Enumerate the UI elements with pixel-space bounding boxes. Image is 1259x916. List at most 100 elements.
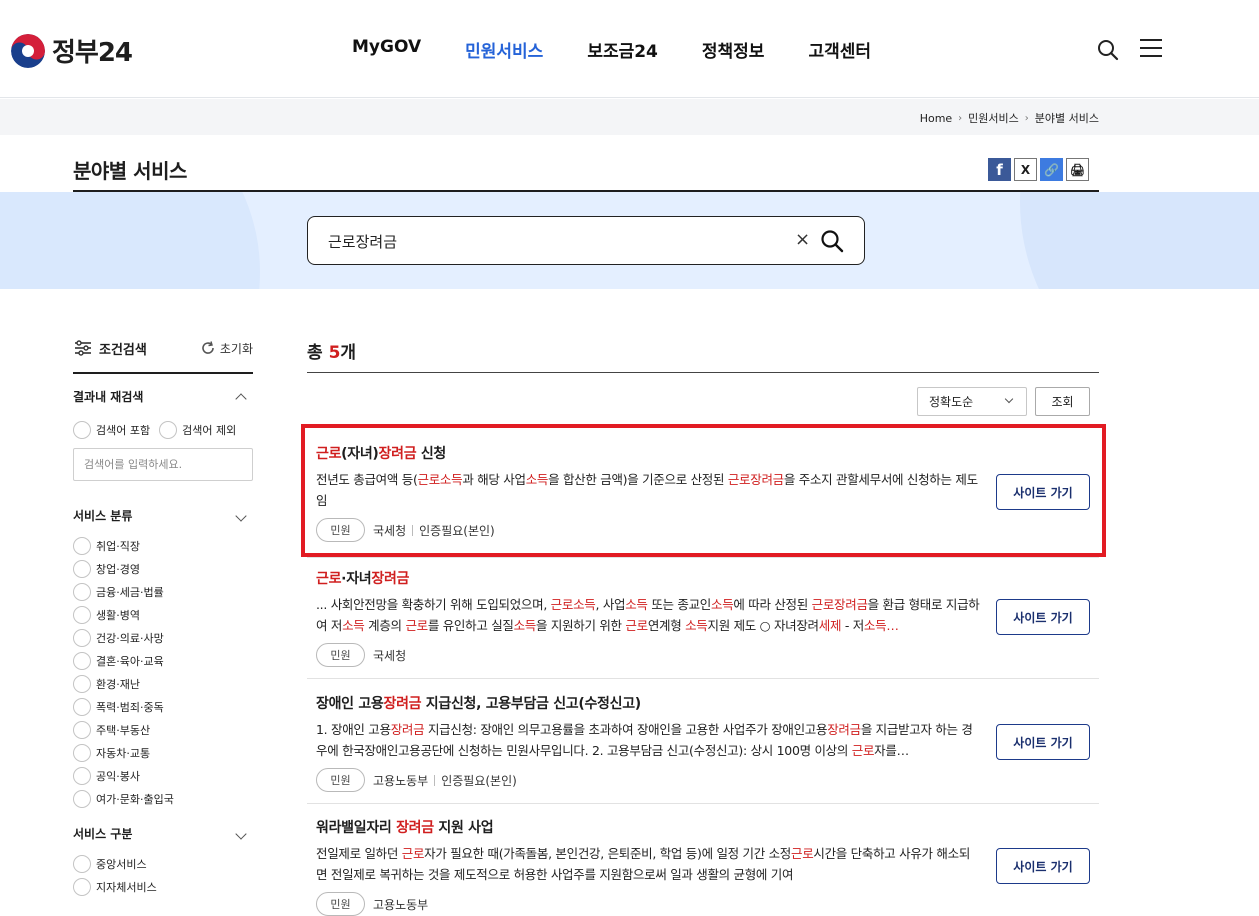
chevron-right-icon: ›: [958, 112, 963, 124]
refine-keyword-input[interactable]: [73, 448, 253, 481]
site-go-button[interactable]: 사이트 가기: [996, 848, 1090, 884]
category-label: 결혼·육아·교육: [96, 655, 164, 668]
radio-circle: [73, 560, 91, 578]
type-list: 중앙서비스지자체서비스: [73, 855, 253, 896]
category-radio[interactable]: 결혼·육아·교육: [73, 652, 253, 670]
category-label: 여가·문화·출입국: [96, 793, 174, 806]
radio-exclude-keyword[interactable]: 검색어 제외: [159, 421, 236, 439]
result-description: 전일제로 일하던 근로자가 필요한 때(가족돌봄, 본인건강, 은퇴준비, 학업…: [316, 846, 971, 882]
service-type-label: 중앙서비스: [96, 858, 147, 871]
result-count: 5: [328, 343, 341, 363]
category-radio[interactable]: 여가·문화·출입국: [73, 790, 253, 808]
result-item: 근로·자녀장려금 ... 사회안전망을 확충하기 위해 도입되었으며, 근로소득,…: [316, 568, 1090, 667]
sort-select[interactable]: 정확도순: [917, 387, 1027, 416]
category-label: 취업·직장: [96, 540, 140, 553]
category-radio[interactable]: 환경·재난: [73, 675, 253, 693]
radio-circle: [73, 537, 91, 555]
site-go-button[interactable]: 사이트 가기: [996, 599, 1090, 635]
site-header: 정부24 MyGOV 민원서비스 보조금24 정책정보 고객센터: [0, 0, 1259, 98]
x-share-icon[interactable]: X: [1014, 158, 1037, 181]
section-refine-toggle[interactable]: 결과내 재검색: [73, 388, 253, 405]
result-divider: [307, 678, 1099, 679]
site-go-button[interactable]: 사이트 가기: [996, 724, 1090, 760]
nav-customer-center[interactable]: 고객센터: [808, 37, 871, 62]
chevron-down-icon: [235, 509, 247, 522]
search-submit-icon[interactable]: [820, 229, 844, 253]
category-label: 건강·의료·사망: [96, 632, 164, 645]
radio-circle: [73, 675, 91, 693]
header-search-icon[interactable]: [1096, 38, 1120, 62]
view-button[interactable]: 조회: [1035, 387, 1090, 416]
facebook-share-icon[interactable]: f: [988, 158, 1011, 181]
filter-sliders-icon: [75, 340, 91, 356]
radio-include-keyword[interactable]: 검색어 포함: [73, 421, 150, 439]
clear-search-icon[interactable]: ×: [795, 229, 810, 250]
sort-select-value: 정확도순: [929, 395, 974, 409]
meta-separator: [434, 774, 436, 786]
search-box: ×: [307, 216, 865, 265]
reset-button[interactable]: 초기화: [200, 340, 253, 357]
category-list: 취업·직장창업·경영금융·세금·법률생활·병역건강·의료·사망결혼·육아·교육환…: [73, 537, 253, 808]
breadcrumb-home[interactable]: Home: [920, 112, 952, 125]
highlight-box: [301, 424, 1106, 557]
result-item: 장애인 고용장려금 지급신청, 고용부담금 신고(수정신고) 1. 장애인 고용장…: [316, 693, 1090, 792]
radio-circle: [73, 698, 91, 716]
result-title[interactable]: 근로·자녀장려금: [316, 568, 1090, 588]
auth-required-label: 인증필요(본인): [441, 773, 517, 788]
radio-circle: [73, 652, 91, 670]
site-logo[interactable]: 정부24: [11, 32, 133, 69]
service-type-radio[interactable]: 중앙서비스: [73, 855, 253, 873]
share-toolbar: f X 🔗 🖨: [988, 158, 1089, 181]
refresh-icon: [202, 341, 214, 354]
service-type-label: 지자체서비스: [96, 881, 157, 894]
category-radio[interactable]: 주택·부동산: [73, 721, 253, 739]
result-meta: 민원 국세청: [316, 643, 1090, 667]
category-radio[interactable]: 금융·세금·법률: [73, 583, 253, 601]
category-tag: 민원: [316, 892, 365, 916]
taegeuk-logo-icon: [11, 33, 45, 68]
chevron-up-icon: [235, 392, 247, 405]
nav-mygov[interactable]: MyGOV: [352, 37, 421, 62]
category-label: 자동차·교통: [96, 747, 151, 760]
category-radio[interactable]: 자동차·교통: [73, 744, 253, 762]
category-label: 생활·병역: [96, 609, 140, 622]
category-label: 공익·봉사: [96, 770, 140, 783]
nav-subsidy24[interactable]: 보조금24: [587, 37, 658, 62]
result-title[interactable]: 장애인 고용장려금 지급신청, 고용부담금 신고(수정신고): [316, 693, 1090, 713]
section-category-toggle[interactable]: 서비스 분류: [73, 507, 253, 524]
breadcrumb-civil-service[interactable]: 민원서비스: [968, 110, 1019, 126]
section-type-toggle[interactable]: 서비스 구분: [73, 825, 253, 842]
category-radio[interactable]: 건강·의료·사망: [73, 629, 253, 647]
result-meta: 민원 고용노동부 인증필요(본인): [316, 768, 1090, 792]
category-radio[interactable]: 공익·봉사: [73, 767, 253, 785]
breadcrumb-current: 분야별 서비스: [1034, 112, 1099, 125]
category-radio[interactable]: 폭력·범죄·중독: [73, 698, 253, 716]
nav-policy-info[interactable]: 정책정보: [702, 37, 765, 62]
reset-label: 초기화: [219, 341, 253, 356]
category-radio[interactable]: 취업·직장: [73, 537, 253, 555]
category-radio[interactable]: 창업·경영: [73, 560, 253, 578]
category-tag: 민원: [316, 643, 365, 667]
print-icon[interactable]: 🖨: [1066, 158, 1089, 181]
main-nav: MyGOV 민원서비스 보조금24 정책정보 고객센터: [330, 37, 893, 62]
result-title[interactable]: 워라밸일자리 장려금 지원 사업: [316, 817, 1090, 837]
category-radio[interactable]: 생활·병역: [73, 606, 253, 624]
result-divider: [307, 557, 1099, 558]
radio-circle: [73, 790, 91, 808]
filter-sidebar: 조건검색 초기화 결과내 재검색 검색어 포함 검색어 제외 서비스 분류 취업…: [73, 330, 253, 901]
agency-name: 고용노동부: [373, 897, 429, 912]
radio-circle: [73, 629, 91, 647]
sidebar-divider: [73, 372, 253, 374]
nav-civil-service[interactable]: 민원서비스: [465, 37, 543, 62]
radio-circle: [73, 767, 91, 785]
copy-link-icon[interactable]: 🔗: [1040, 158, 1063, 181]
result-total: 총 5개: [307, 343, 357, 363]
category-label: 금융·세금·법률: [96, 586, 164, 599]
chevron-right-icon: ›: [1024, 112, 1029, 124]
section-category-label: 서비스 분류: [73, 509, 133, 523]
service-type-radio[interactable]: 지자체서비스: [73, 878, 253, 896]
search-input[interactable]: [328, 229, 768, 253]
hamburger-menu-icon[interactable]: [1140, 39, 1162, 59]
result-meta: 민원 고용노동부: [316, 892, 1090, 916]
filter-title-label: 조건검색: [99, 342, 147, 358]
